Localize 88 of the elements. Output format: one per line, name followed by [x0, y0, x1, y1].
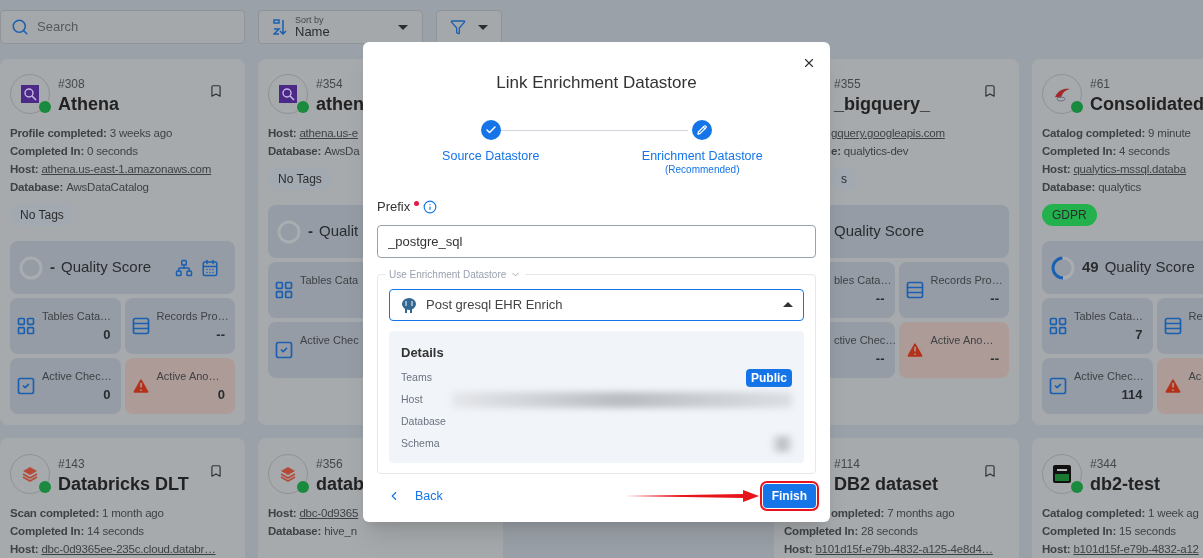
stat-value: 0	[217, 385, 225, 404]
tag: No Tags	[10, 204, 74, 226]
datastore-detail: Completed In: 14 seconds	[10, 524, 144, 539]
datastore-name: DB2 dataset	[834, 473, 939, 496]
team-badge: Public	[746, 369, 792, 388]
sort-label: Sort by	[295, 16, 325, 25]
detail-label: Host	[401, 392, 424, 408]
stat-value: 114	[1121, 385, 1143, 404]
datastore-name: db2-test	[1090, 473, 1160, 496]
datastore-id: #61	[1090, 76, 1111, 92]
datastore-name: Databricks DLT	[58, 473, 189, 496]
datastore-id: #114	[834, 456, 860, 472]
stat-value: 0	[103, 385, 111, 404]
stat-value: --	[216, 325, 225, 344]
datastore-name: Athena	[58, 93, 119, 116]
datastore-detail: Completed In: 15 seconds	[1042, 524, 1176, 539]
stat-label: Active Ano…	[930, 333, 994, 348]
datastore-detail: Catalog completed: 9 minute	[1042, 126, 1191, 141]
datastore-name: athen	[316, 93, 364, 116]
quality-label: Quality Score	[1104, 257, 1195, 278]
stat-value: 7	[1135, 325, 1143, 344]
stat-value: --	[875, 349, 885, 368]
quality-label: Quality Score	[834, 221, 925, 242]
stat-value: 0	[103, 325, 111, 344]
quality-label: Quality Score	[61, 257, 152, 278]
datastore-name: datab	[316, 473, 364, 496]
datastore-detail: Host: athena.us-east-1.amazonaws.com	[10, 162, 212, 177]
datastore-id: #308	[58, 76, 85, 92]
datastore-id: #354	[316, 76, 343, 92]
datastore-detail: Host: b101d15f-e79b-4832-a12	[1042, 542, 1199, 557]
datastore-detail: Completed In: 4 seconds	[1042, 144, 1170, 159]
step-label: Source Datastore	[442, 147, 540, 165]
datastore-id: #344	[1090, 456, 1117, 472]
datastore-detail: e: qualytics-dev	[831, 144, 909, 159]
datastore-detail: Catalog completed: 1 week ag	[1042, 506, 1199, 521]
step-note: (Recommended)	[665, 165, 740, 176]
datastore-id: #143	[58, 456, 85, 472]
datastore-id: #356	[316, 456, 343, 472]
stat-value: --	[990, 349, 999, 368]
stat-label: Active Ano…	[156, 369, 220, 384]
quality-score: -	[50, 257, 55, 278]
step-label: Enrichment Datastore	[641, 147, 763, 165]
quality-label: Qualit	[319, 221, 359, 242]
stat-label: Active Chec…	[42, 369, 112, 384]
quality-score: 49	[1082, 257, 1099, 278]
stat-label: Active Chec…	[1074, 369, 1144, 384]
datastore-detail: gquery.googleapis.com	[831, 126, 945, 141]
datastore-detail: Host: athena.us-e	[268, 126, 358, 141]
details-title: Details	[401, 343, 445, 362]
stat-label: Tables Cata…	[42, 309, 112, 324]
datastore-detail: ompleted: 7 months ago	[831, 506, 955, 521]
datastore-detail: Completed In: 28 seconds	[784, 524, 918, 539]
datastore-detail: Scan completed: 1 month ago	[10, 506, 164, 521]
stat-label: Active Chec	[300, 333, 359, 349]
sort-value: Name	[295, 25, 331, 38]
datastore-detail: Database: qualytics	[1042, 180, 1142, 195]
stat-value: --	[990, 289, 999, 308]
detail-label: Schema	[401, 436, 441, 452]
datastore-detail: Database: AwsDataCatalog	[10, 180, 149, 195]
stat-label: Ac	[1188, 369, 1202, 385]
stat-label: Records Pro…	[156, 309, 229, 324]
select-value: Post gresql EHR Enrich	[426, 296, 564, 314]
stat-label: Re	[1188, 309, 1203, 325]
quality-score: -	[308, 221, 313, 242]
stat-label: Tables Cata…	[1074, 309, 1144, 324]
detail-label: Teams	[401, 370, 433, 386]
detail-label: Database	[401, 414, 447, 430]
stat-label: Tables Cata	[300, 273, 359, 289]
datastore-name: Consolidated	[1090, 93, 1203, 116]
datastore-detail: Host: dbc-0d9365	[268, 506, 359, 521]
datastore-detail: Host: qualytics-mssql.databa	[1042, 162, 1186, 177]
datastore-detail: Host: b101d15f-e79b-4832-a125-4e8d4…	[784, 542, 993, 557]
datastore-name: _bigquery_	[834, 93, 931, 116]
tag: No Tags	[268, 168, 332, 190]
datastore-id: #355	[834, 76, 861, 92]
prefix-label: Prefix	[377, 198, 411, 217]
stat-label: bles Cata…	[834, 273, 892, 288]
dialog-title: Link Enrichment Datastore	[496, 72, 697, 94]
stat-label: ctive Chec…	[834, 333, 897, 348]
datastore-detail: Completed In: 0 seconds	[10, 144, 138, 159]
datastore-detail: Database: AwsDa	[268, 144, 360, 159]
stat-label: Records Pro…	[930, 273, 1003, 288]
tag: GDPR	[1042, 204, 1097, 226]
datastore-detail: Profile completed: 3 weeks ago	[10, 126, 173, 141]
tag: s	[831, 168, 857, 190]
datastore-detail: Host: dbc-0d9365ee-235c.cloud.databr…	[10, 542, 216, 557]
stat-value: --	[875, 289, 885, 308]
datastore-detail: Database: hive_n	[268, 524, 357, 539]
